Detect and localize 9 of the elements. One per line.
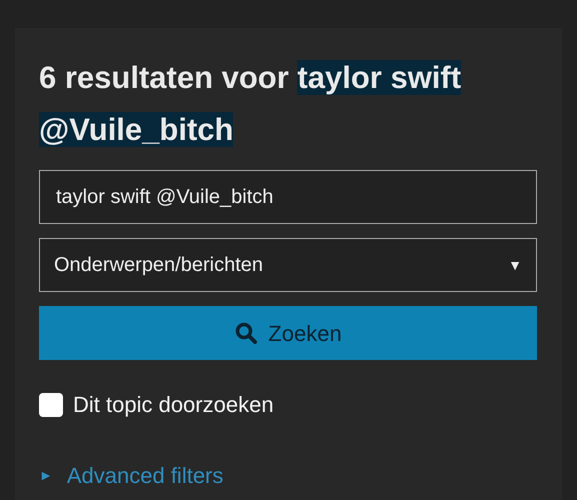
checkbox[interactable] (39, 392, 63, 416)
caret-icon: ▼ (508, 254, 522, 276)
advanced-filters-link[interactable]: ► Advanced filters (39, 459, 537, 492)
checkbox-label: Dit topic doorzoeken (73, 391, 274, 419)
search-button[interactable]: Zoeken (39, 306, 537, 360)
search-field[interactable]: taylor swift @Vuile_bitch (39, 170, 537, 224)
scope-dropdown[interactable]: Onderwerpen/berichten ▼ (39, 238, 537, 292)
results-heading: 6 resultaten voor taylor swift @Vuile_bitch (39, 59, 462, 149)
search-icon (234, 321, 258, 345)
